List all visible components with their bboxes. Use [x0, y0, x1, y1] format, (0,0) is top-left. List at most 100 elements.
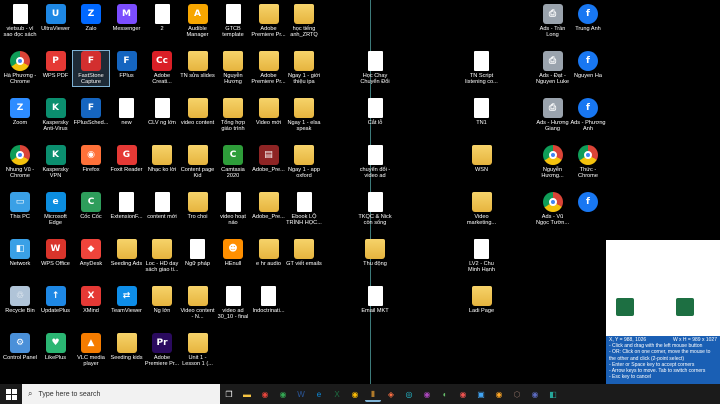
desktop-icon[interactable]: f Nguyen Ha — [570, 51, 606, 79]
desktop-icon[interactable]: ⚙ Control Panel — [2, 333, 38, 361]
desktop-icon[interactable]: ⎙ Ads - Đạt - Nguyen Luke — [535, 51, 571, 86]
desktop-icon[interactable]: chuyển đổi - video ad — [357, 145, 393, 180]
desktop-icon[interactable]: TN sửa slides — [180, 51, 216, 79]
taskbar-running-app-icon[interactable]: ▮ — [365, 386, 381, 402]
desktop-icon[interactable]: video hoạt náo — [215, 192, 251, 227]
desktop-icon[interactable]: Thu động — [357, 239, 393, 267]
desktop-icon[interactable]: ExtensionF... — [109, 192, 145, 220]
desktop-icon[interactable]: Seeding kids — [109, 333, 145, 361]
desktop-icon[interactable]: Hà Phương - Chrome — [2, 51, 38, 86]
desktop-icon[interactable]: P WPS PDF — [38, 51, 74, 79]
desktop-icon[interactable]: Unit 1 - Lesson 1 (... — [180, 333, 216, 368]
desktop-icon[interactable]: e Microsoft Edge — [38, 192, 74, 227]
desktop-icon[interactable]: Cắt lỗ — [357, 98, 393, 126]
desktop-icon[interactable]: TN Script listening co... — [464, 51, 500, 86]
desktop-icon[interactable]: Thức - Chrome — [570, 145, 606, 180]
desktop-icon[interactable]: Loc - HD day sách giao ti... — [144, 239, 180, 274]
desktop-icon[interactable]: vietsub - vì sao đọc sách — [2, 4, 38, 39]
desktop-icon[interactable]: F FastStone Capture — [72, 50, 110, 87]
taskbar-app-e-icon[interactable]: ◉ — [455, 387, 471, 401]
desktop-icon[interactable]: M Messenger — [109, 4, 145, 32]
desktop[interactable]: vietsub - vì sao đọc sách Hà Phương - Chr… — [0, 0, 720, 384]
desktop-icon[interactable]: Học Chay Chuyển Đổi — [357, 51, 393, 86]
desktop-icon[interactable]: Video content - N... — [180, 286, 216, 321]
desktop-icon[interactable]: GTCB template — [215, 4, 251, 39]
desktop-icon[interactable]: Adobe Premiere Pr... — [251, 51, 287, 86]
desktop-icon[interactable]: Nguyễn Hương... — [535, 145, 571, 180]
desktop-icon[interactable]: new — [109, 98, 145, 126]
taskbar-chrome-3-icon[interactable]: ◉ — [347, 387, 363, 401]
desktop-icon[interactable]: Z Zalo — [73, 4, 109, 32]
taskbar-app-f-icon[interactable]: ▣ — [473, 387, 489, 401]
taskbar-app-b-icon[interactable]: ◎ — [401, 387, 417, 401]
desktop-icon[interactable]: LV2 - Chu Minh Hạnh — [464, 239, 500, 274]
desktop-icon[interactable]: C Cốc Cốc — [73, 192, 109, 220]
desktop-icon[interactable]: Tổng hợp giáo trình — [215, 98, 251, 133]
search-box[interactable]: ⌕ Type here to search — [22, 384, 220, 404]
taskbar-app-d-icon[interactable]: ◐ — [437, 387, 453, 401]
desktop-icon[interactable]: ↑ UpdatePlus — [38, 286, 74, 314]
desktop-icon[interactable]: Z Zoom — [2, 98, 38, 126]
taskbar-app-j-icon[interactable]: ◧ — [545, 387, 561, 401]
start-button[interactable] — [0, 384, 22, 404]
desktop-icon[interactable]: GT viết emails — [286, 239, 322, 267]
desktop-icon[interactable]: Pr Adobe Premiere Pr... — [144, 333, 180, 368]
desktop-icon[interactable]: Seeding Ads — [109, 239, 145, 267]
desktop-icon[interactable]: f Trung Anh — [570, 4, 606, 32]
desktop-icon[interactable]: CLV ng lớn — [144, 98, 180, 126]
desktop-icon[interactable]: Adobe_Pre... — [251, 192, 287, 220]
taskbar-excel-icon[interactable]: X — [329, 387, 345, 401]
taskbar-edge-icon[interactable]: e — [311, 387, 327, 401]
taskbar-app-a-icon[interactable]: ◈ — [383, 387, 399, 401]
desktop-icon[interactable]: Adobe Premiere Pr... — [251, 4, 287, 39]
desktop-icon[interactable]: A Audible Manager — [180, 4, 216, 39]
desktop-icon[interactable]: X XMind — [73, 286, 109, 314]
desktop-icon[interactable]: Nguyễn Hương — [215, 51, 251, 86]
desktop-icon[interactable]: F FPlusSched... — [73, 98, 109, 126]
desktop-icon[interactable]: Ngay 1 - elsa speak — [286, 98, 322, 133]
taskbar-app-i-icon[interactable]: ◉ — [527, 387, 543, 401]
desktop-icon[interactable]: ♥ LikePlus — [38, 333, 74, 361]
desktop-icon[interactable]: Ngữ pháp — [180, 239, 216, 267]
desktop-icon[interactable]: ◧ Network — [2, 239, 38, 267]
desktop-icon[interactable]: Ads - Vũ Ngọc Tườn... — [535, 192, 571, 227]
desktop-icon[interactable]: Nhung Vũ - Chrome — [2, 145, 38, 180]
desktop-icon[interactable]: TN1 — [464, 98, 500, 126]
desktop-icon[interactable]: C Camtasia 2020 — [215, 145, 251, 180]
desktop-icon[interactable]: video ad 30_10 - final — [215, 286, 251, 321]
desktop-icon[interactable]: f — [570, 192, 606, 214]
desktop-icon[interactable]: f Ads - Phương Anh — [570, 98, 606, 133]
desktop-icon[interactable]: W WPS Office — [38, 239, 74, 267]
desktop-icon[interactable]: Tro choi — [180, 192, 216, 220]
desktop-icon[interactable]: F FPlus — [109, 51, 145, 79]
desktop-icon[interactable]: ⎙ Ads - Trần Long — [535, 4, 571, 39]
desktop-icon[interactable]: Video marketing... — [464, 192, 500, 227]
desktop-icon[interactable]: Video mới — [251, 98, 287, 126]
taskbar-word-icon[interactable]: W — [293, 387, 309, 401]
desktop-icon[interactable]: 2 — [144, 4, 180, 32]
desktop-icon[interactable]: Ladi Page — [464, 286, 500, 314]
desktop-icon[interactable]: học tiếng anh_ZRTQ — [286, 4, 322, 39]
desktop-icon[interactable]: U UltraViewer — [38, 4, 74, 32]
desktop-icon[interactable]: Ebook LỘ TRÌNH HỌC... — [286, 192, 322, 227]
desktop-icon[interactable]: Ngay 1 - giới thiệu ipa — [286, 51, 322, 86]
desktop-icon[interactable]: Cc Adobe Creati... — [144, 51, 180, 86]
desktop-icon[interactable]: ♲ Recycle Bin — [2, 286, 38, 314]
desktop-icon[interactable]: ⎙ Ads - Hương Giang — [535, 98, 571, 133]
taskbar-chrome-2-icon[interactable]: ◉ — [275, 387, 291, 401]
desktop-icon[interactable]: ⇄ TeamViewer — [109, 286, 145, 314]
desktop-icon[interactable]: content mới — [144, 192, 180, 220]
desktop-icon[interactable]: ▤ Adobe_Pre... — [251, 145, 287, 173]
taskbar-chrome-icon[interactable]: ◉ — [257, 387, 273, 401]
desktop-icon[interactable]: video content — [180, 98, 216, 126]
taskbar-task-view-icon[interactable]: ❐ — [221, 387, 237, 401]
desktop-icon[interactable]: Ngay 1 - app oxford — [286, 145, 322, 180]
desktop-icon[interactable]: ☻ HEnull — [215, 239, 251, 267]
desktop-icon[interactable]: WSN — [464, 145, 500, 173]
desktop-icon[interactable]: ◆ AnyDesk — [73, 239, 109, 267]
desktop-icon[interactable]: G Foxit Reader — [109, 145, 145, 173]
desktop-icon[interactable]: Ng lớn — [144, 286, 180, 314]
desktop-icon[interactable]: TKQC & Nick còn sống — [357, 192, 393, 227]
taskbar-file-explorer-icon[interactable]: ▬ — [239, 387, 255, 401]
taskbar-app-g-icon[interactable]: ◉ — [491, 387, 507, 401]
